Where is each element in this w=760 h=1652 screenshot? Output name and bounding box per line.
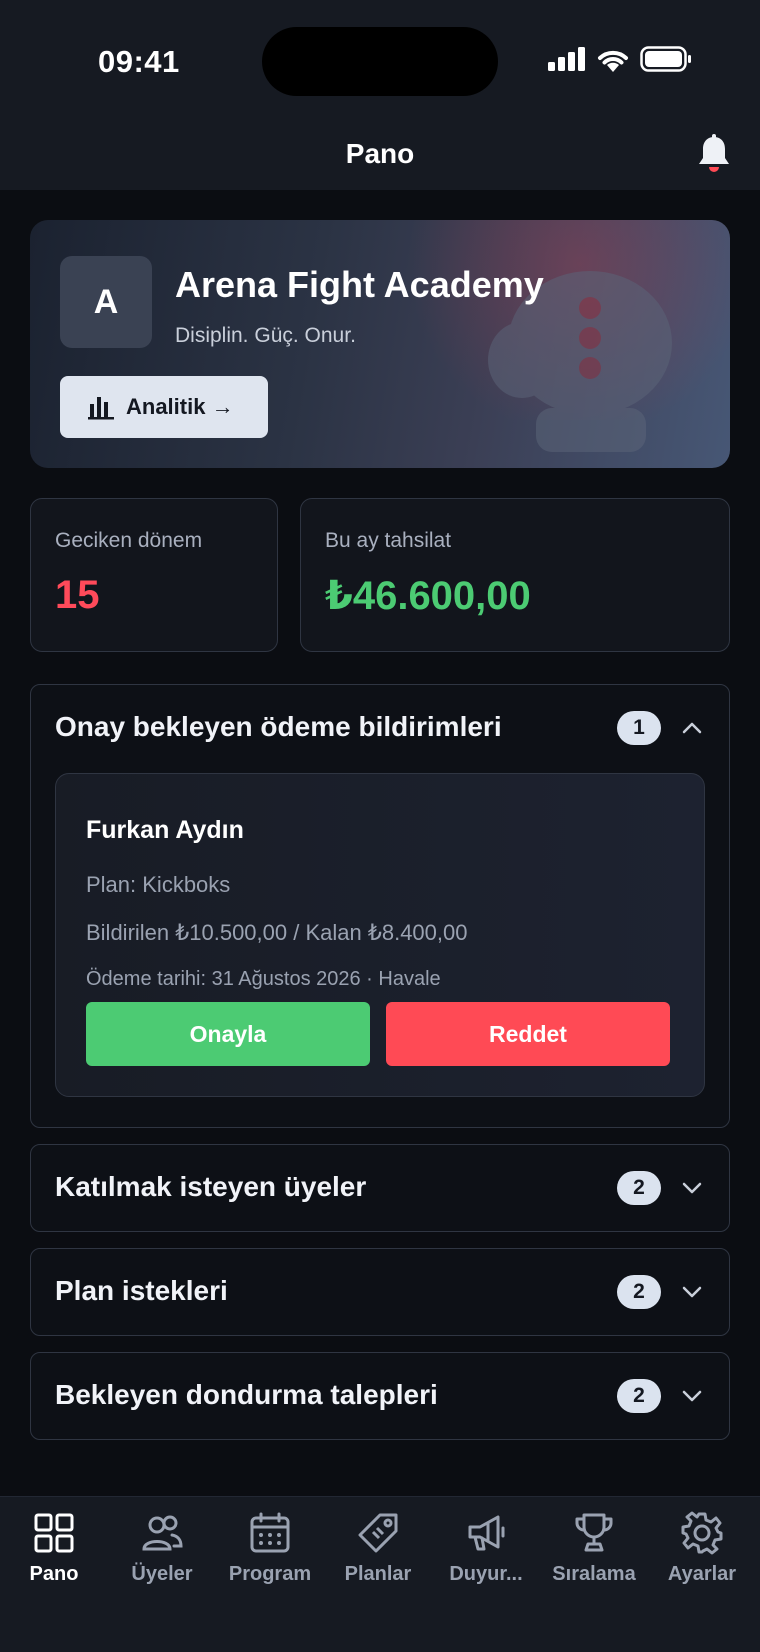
club-motto: Disiplin. Güç. Onur. — [175, 324, 356, 347]
payment-amounts: Bildirilen ₺10.500,00 / Kalan ₺8.400,00 — [86, 920, 468, 945]
club-name: Arena Fight Academy — [175, 264, 544, 305]
count-badge: 1 — [617, 711, 661, 745]
stat-value: ₺46.600,00 — [325, 574, 531, 618]
section-header: Katılmak isteyen üyeler — [55, 1171, 367, 1202]
tab-label: Ayarlar — [667, 1563, 737, 1585]
tab-label: Üyeler — [131, 1563, 193, 1585]
status-icons — [548, 46, 692, 72]
chevron-down-icon[interactable] — [681, 1177, 703, 1199]
tab-label: Planlar — [344, 1563, 412, 1585]
status-time: 09:41 — [98, 44, 180, 79]
tab-dashboard[interactable]: Pano — [0, 1511, 108, 1586]
analytics-button[interactable]: Analitik → — [60, 376, 268, 438]
tab-leaderboard[interactable]: Sıralama — [540, 1511, 648, 1586]
approve-button[interactable]: Onayla — [86, 1002, 370, 1066]
tab-schedule[interactable]: Program — [216, 1511, 324, 1586]
chevron-up-icon[interactable] — [681, 717, 703, 739]
count-badge: 2 — [617, 1379, 661, 1413]
analytics-button-label: Analitik → — [126, 394, 234, 419]
users-icon — [142, 1515, 183, 1551]
tab-label: Sıralama — [552, 1563, 636, 1585]
stat-label: Bu ay tahsilat — [325, 529, 452, 552]
payment-notification-card: Furkan Aydın Plan: Kickboks Bildirilen ₺… — [55, 773, 705, 1097]
trophy-icon — [575, 1513, 613, 1552]
megaphone-icon — [468, 1515, 505, 1551]
page-title: Pano — [345, 138, 415, 169]
calendar-icon — [250, 1512, 290, 1553]
section-header[interactable]: Onay bekleyen ödeme bildirimleri — [55, 685, 502, 769]
nav-bar: Pano — [0, 118, 760, 190]
tab-plans[interactable]: Planlar — [324, 1511, 432, 1586]
cellular-signal-icon — [548, 47, 585, 71]
club-avatar: A — [60, 256, 152, 348]
tab-settings[interactable]: Ayarlar — [648, 1511, 756, 1586]
gear-icon — [681, 1511, 723, 1555]
overdue-periods-stat: Geciken dönem 15 — [30, 498, 278, 652]
grid-icon — [34, 1513, 74, 1553]
bell-icon[interactable] — [696, 134, 732, 174]
wifi-icon — [598, 50, 628, 72]
tab-label: Pano — [29, 1563, 79, 1585]
tab-label: Duyur... — [449, 1563, 523, 1585]
count-badge: 2 — [617, 1275, 661, 1309]
club-hero-card: A Arena Fight Academy Disiplin. Güç. Onu… — [30, 220, 730, 468]
section-header: Bekleyen dondurma talepleri — [55, 1379, 438, 1410]
pending-payments-section: Onay bekleyen ödeme bildirimleri 1 Furka… — [30, 684, 730, 1128]
payment-date: Ödeme tarihi: 31 Ağustos 2026 · Havale — [86, 968, 441, 990]
tab-label: Program — [228, 1563, 312, 1585]
count-badge: 2 — [617, 1171, 661, 1205]
battery-icon — [640, 46, 691, 72]
freeze-requests-section[interactable]: Bekleyen dondurma talepleri 2 — [30, 1352, 730, 1440]
stat-value: 15 — [55, 573, 100, 617]
dynamic-island — [262, 27, 498, 96]
status-bar: 09:41 — [0, 0, 760, 118]
stat-label: Geciken dönem — [55, 529, 203, 552]
tab-members[interactable]: Üyeler — [108, 1511, 216, 1586]
payment-plan: Plan: Kickboks — [86, 872, 231, 897]
plan-requests-section[interactable]: Plan istekleri 2 — [30, 1248, 730, 1336]
bar-chart-icon — [88, 397, 114, 420]
tag-icon — [358, 1513, 398, 1553]
section-header: Plan istekleri — [55, 1275, 228, 1306]
chevron-down-icon[interactable] — [681, 1385, 703, 1407]
tab-bar: Pano Üyeler Program Planlar Duyur... Sır… — [0, 1496, 760, 1652]
join-requests-section[interactable]: Katılmak isteyen üyeler 2 — [30, 1144, 730, 1232]
reject-button[interactable]: Reddet — [386, 1002, 670, 1066]
monthly-collection-stat: Bu ay tahsilat ₺46.600,00 — [300, 498, 730, 652]
tab-announcements[interactable]: Duyur... — [432, 1511, 540, 1586]
chevron-down-icon[interactable] — [681, 1281, 703, 1303]
payer-name: Furkan Aydın — [86, 816, 244, 844]
